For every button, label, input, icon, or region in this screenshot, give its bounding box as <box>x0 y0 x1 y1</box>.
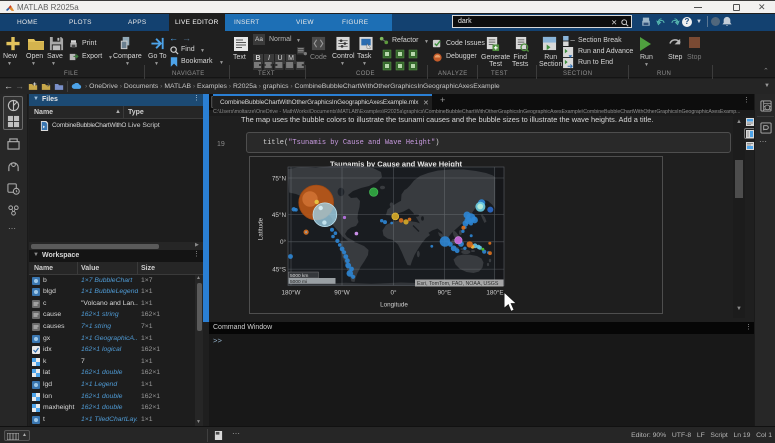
svg-text:Latitude: Latitude <box>258 217 265 240</box>
svg-text:Esri, TomTom, FAO, NOAA, USGS: Esri, TomTom, FAO, NOAA, USGS <box>417 281 499 287</box>
svg-text:45°S: 45°S <box>272 265 286 273</box>
svg-text:0°: 0° <box>280 238 287 246</box>
svg-text:180°E: 180°E <box>486 289 503 297</box>
svg-text:180°W: 180°W <box>282 289 301 297</box>
svg-text:Longitude: Longitude <box>380 302 408 309</box>
svg-text:5000 km: 5000 km <box>290 273 308 279</box>
svg-text:5000 mi: 5000 mi <box>290 279 307 285</box>
svg-text:75°N: 75°N <box>272 174 287 182</box>
svg-text:90°W: 90°W <box>334 289 350 297</box>
svg-text:0°: 0° <box>390 289 397 297</box>
svg-text:45°N: 45°N <box>272 211 287 219</box>
svg-text:90°E: 90°E <box>438 289 452 297</box>
